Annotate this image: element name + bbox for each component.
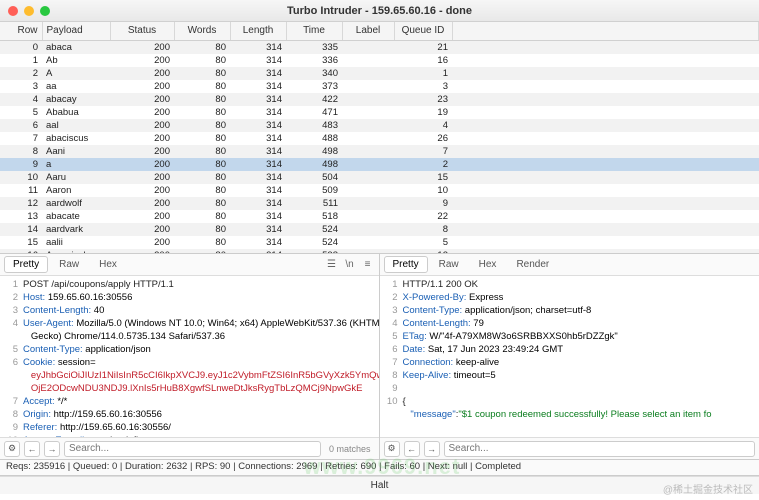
actions-icon[interactable]: ☰	[325, 258, 339, 272]
table-row[interactable]: 3aa200803143733	[0, 80, 759, 93]
results-table-wrap: RowPayloadStatusWordsLengthTimeLabelQueu…	[0, 22, 759, 254]
col-time[interactable]: Time	[286, 22, 342, 40]
table-row[interactable]: 10Aaru2008031450415	[0, 171, 759, 184]
table-row[interactable]: 7abaciscus2008031448826	[0, 132, 759, 145]
table-row[interactable]: 15aalii200803145245	[0, 236, 759, 249]
table-row[interactable]: 2A200803143401	[0, 67, 759, 80]
wrap-icon[interactable]: ≡	[361, 258, 375, 272]
col-length[interactable]: Length	[230, 22, 286, 40]
response-search: ⚙ ← →	[380, 437, 759, 459]
halt-button[interactable]: Halt	[0, 476, 759, 494]
response-code[interactable]: 1HTTP/1.1 200 OK2X-Powered-By: Express3C…	[380, 276, 759, 437]
col-payload[interactable]: Payload	[42, 22, 110, 40]
request-code[interactable]: 1POST /api/coupons/apply HTTP/1.12Host: …	[0, 276, 379, 437]
tab-render[interactable]: Render	[507, 256, 558, 273]
table-row[interactable]: 9a200803144982	[0, 158, 759, 171]
table-row[interactable]: 6aal200803144834	[0, 119, 759, 132]
col-status[interactable]: Status	[110, 22, 174, 40]
col-label[interactable]: Label	[342, 22, 394, 40]
settings-icon[interactable]: ⚙	[4, 441, 20, 457]
settings-icon[interactable]: ⚙	[384, 441, 400, 457]
tab-hex[interactable]: Hex	[90, 256, 126, 273]
table-row[interactable]: 13abacate2008031451822	[0, 210, 759, 223]
tab-hex[interactable]: Hex	[470, 256, 506, 273]
newline-icon[interactable]: \n	[343, 258, 357, 272]
response-tabs: Pretty Raw Hex Render	[380, 254, 759, 276]
col-words[interactable]: Words	[174, 22, 230, 40]
search-input[interactable]	[64, 441, 321, 457]
results-table[interactable]: RowPayloadStatusWordsLengthTimeLabelQueu…	[0, 22, 759, 254]
col-row[interactable]: Row	[0, 22, 42, 40]
table-row[interactable]: 1Ab2008031433616	[0, 54, 759, 67]
table-row[interactable]: 12aardwolf200803145119	[0, 197, 759, 210]
table-row[interactable]: 14aardvark200803145248	[0, 223, 759, 236]
window-title: Turbo Intruder - 159.65.60.16 - done	[0, 5, 759, 17]
tab-pretty[interactable]: Pretty	[4, 256, 48, 273]
next-match-icon[interactable]: →	[44, 441, 60, 457]
match-count: 0 matches	[325, 444, 375, 454]
titlebar: Turbo Intruder - 159.65.60.16 - done	[0, 0, 759, 22]
table-row[interactable]: 5Ababua2008031447119	[0, 106, 759, 119]
table-row[interactable]: 0abaca2008031433521	[0, 40, 759, 54]
tab-raw[interactable]: Raw	[50, 256, 88, 273]
table-row[interactable]: 11Aaron2008031450910	[0, 184, 759, 197]
prev-match-icon[interactable]: ←	[404, 441, 420, 457]
col-queue-id[interactable]: Queue ID	[394, 22, 452, 40]
table-row[interactable]: 4abacay2008031442223	[0, 93, 759, 106]
status-bar: Reqs: 235916 | Queued: 0 | Duration: 263…	[0, 460, 759, 476]
request-search: ⚙ ← → 0 matches	[0, 437, 379, 459]
tab-raw[interactable]: Raw	[430, 256, 468, 273]
request-pane: Pretty Raw Hex ☰ \n ≡ 1POST /api/coupons…	[0, 254, 380, 459]
tab-pretty[interactable]: Pretty	[384, 256, 428, 273]
table-row[interactable]: 8Aani200803144987	[0, 145, 759, 158]
response-pane: Pretty Raw Hex Render 1HTTP/1.1 200 OK2X…	[380, 254, 759, 459]
prev-match-icon[interactable]: ←	[24, 441, 40, 457]
next-match-icon[interactable]: →	[424, 441, 440, 457]
search-input[interactable]	[444, 441, 756, 457]
request-tabs: Pretty Raw Hex ☰ \n ≡	[0, 254, 379, 276]
